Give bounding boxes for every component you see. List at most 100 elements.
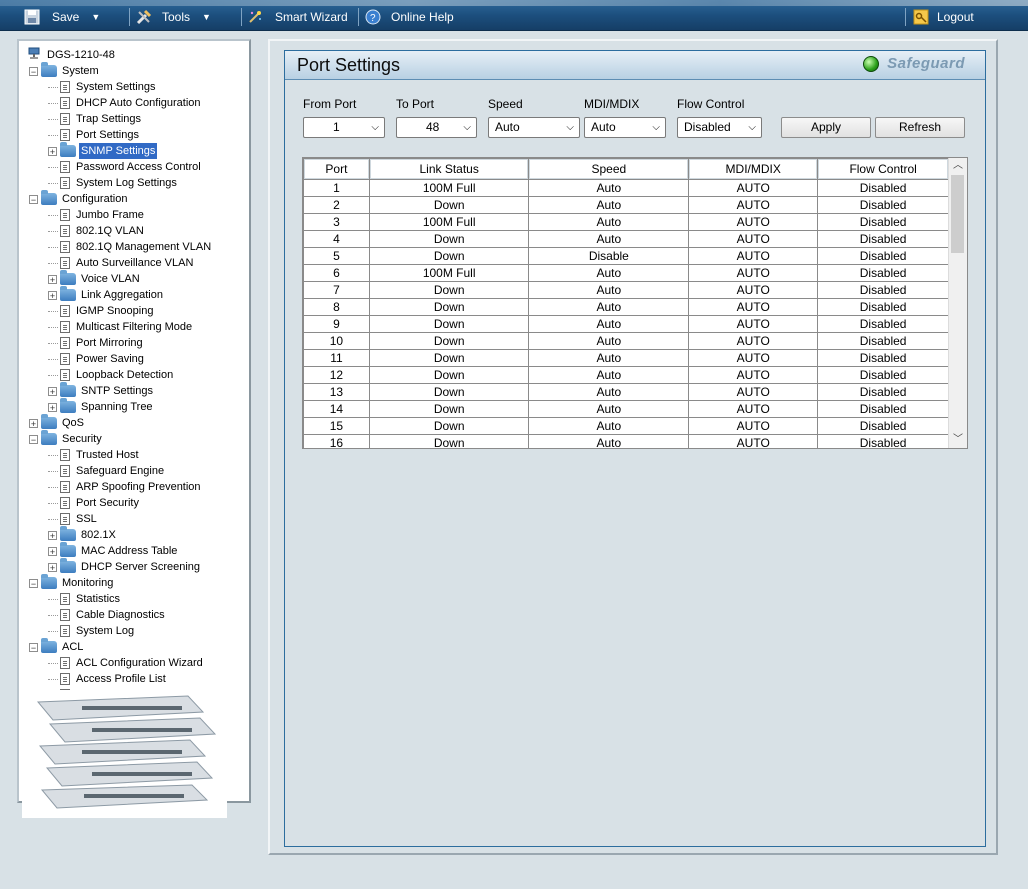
magic-wand-icon xyxy=(247,9,263,25)
sidebar-item-link-aggregation[interactable]: + Link Aggregation xyxy=(48,286,165,303)
sidebar-item-system-log-settings[interactable]: System Log Settings xyxy=(48,175,179,191)
sidebar-item-system-log[interactable]: System Log xyxy=(48,623,136,639)
cell-port: 16 xyxy=(303,434,370,448)
sidebar-item-system-settings[interactable]: System Settings xyxy=(48,79,157,95)
sidebar-item-acl[interactable]: − ACL xyxy=(29,638,85,655)
scroll-thumb[interactable] xyxy=(951,175,964,253)
table-row[interactable]: 11 Down Auto AUTO Disabled xyxy=(303,349,949,367)
collapse-icon[interactable]: − xyxy=(29,194,38,204)
save-menu[interactable]: Save ▼ xyxy=(24,6,100,28)
apply-button[interactable]: Apply xyxy=(781,117,871,138)
sidebar-item-802-1x[interactable]: +802.1X xyxy=(48,526,118,543)
table-row[interactable]: 4 Down Auto AUTO Disabled xyxy=(303,230,949,248)
collapse-icon[interactable]: − xyxy=(29,642,38,652)
sidebar-item-acl-configuration-wizard[interactable]: ACL Configuration Wizard xyxy=(48,655,205,671)
table-row[interactable]: 7 Down Auto AUTO Disabled xyxy=(303,281,949,299)
sidebar-item-power-saving[interactable]: Power Saving xyxy=(48,351,146,367)
sidebar-item-port-mirroring[interactable]: Port Mirroring xyxy=(48,335,145,351)
table-row[interactable]: 16 Down Auto AUTO Disabled xyxy=(303,434,949,448)
table-row[interactable]: 12 Down Auto AUTO Disabled xyxy=(303,366,949,384)
sidebar-item-label: Multicast Filtering Mode xyxy=(76,321,193,333)
online-help-button[interactable]: ? Online Help xyxy=(365,6,454,28)
table-row[interactable]: 15 Down Auto AUTO Disabled xyxy=(303,417,949,435)
table-row[interactable]: 8 Down Auto AUTO Disabled xyxy=(303,298,949,316)
table-scrollbar[interactable]: ︿ ﹀ xyxy=(948,158,967,448)
sidebar-item-qos[interactable]: + QoS xyxy=(29,414,86,431)
sidebar-item-voice-vlan[interactable]: + Voice VLAN xyxy=(48,270,142,287)
table-body: 1 100M Full Auto AUTO Disabled 2 Down Auto AUTO D… xyxy=(303,179,949,448)
sidebar-item-802-1q-vlan[interactable]: 802.1Q VLAN xyxy=(48,223,146,239)
sidebar-item-dhcp-server-screening[interactable]: + DHCP Server Screening xyxy=(48,558,202,575)
cell-mdi-mdix: AUTO xyxy=(688,366,819,384)
expand-icon[interactable]: + xyxy=(48,290,57,300)
expand-icon[interactable]: + xyxy=(48,530,57,540)
sidebar-item-monitoring[interactable]: − Monitoring xyxy=(29,574,115,591)
to-port-select[interactable]: 48 ⌵ xyxy=(396,117,477,138)
expand-icon[interactable]: + xyxy=(48,562,57,572)
expand-icon[interactable]: + xyxy=(48,146,57,156)
cell-link-status: Down xyxy=(368,196,530,214)
sidebar-item-access-profile-list[interactable]: Access Profile List xyxy=(48,671,168,687)
sidebar-item-802-1q-management-vlan[interactable]: 802.1Q Management VLAN xyxy=(48,239,213,255)
sidebar-item-trap-settings[interactable]: Trap Settings xyxy=(48,111,143,127)
speed-select[interactable]: Auto ⌵ xyxy=(488,117,580,138)
table-row[interactable]: 1 100M Full Auto AUTO Disabled xyxy=(303,179,949,197)
collapse-icon[interactable]: − xyxy=(29,66,38,76)
sidebar-item-sntp-settings[interactable]: + SNTP Settings xyxy=(48,382,155,399)
cell-mdi-mdix: AUTO xyxy=(688,417,819,435)
smart-wizard-button[interactable]: Smart Wizard xyxy=(247,6,348,28)
logout-button[interactable]: Logout xyxy=(913,6,974,28)
sidebar-item-safeguard-engine[interactable]: Safeguard Engine xyxy=(48,463,166,479)
expand-icon[interactable]: + xyxy=(29,418,38,428)
sidebar-item-multicast-filtering-mode[interactable]: Multicast Filtering Mode xyxy=(48,319,194,335)
sidebar-item-port-security[interactable]: Port Security xyxy=(48,495,141,511)
tree-connector xyxy=(48,342,58,344)
sidebar-item-ssl[interactable]: SSL xyxy=(48,511,99,527)
expand-icon[interactable]: + xyxy=(48,386,57,396)
tools-menu[interactable]: Tools ▼ xyxy=(136,6,211,28)
cell-flow-control: Disabled xyxy=(817,349,949,367)
tree-root-device[interactable]: DGS-1210-48 xyxy=(27,47,117,63)
scroll-down-icon[interactable]: ﹀ xyxy=(949,432,967,448)
refresh-button[interactable]: Refresh xyxy=(875,117,965,138)
sidebar-item-auto-surveillance-vlan[interactable]: Auto Surveillance VLAN xyxy=(48,255,195,271)
folder-icon xyxy=(60,286,76,301)
sidebar-item-arp-spoofing-prevention[interactable]: ARP Spoofing Prevention xyxy=(48,479,203,495)
from-port-select[interactable]: 1 ⌵ xyxy=(303,117,385,138)
sidebar-item-loopback-detection[interactable]: Loopback Detection xyxy=(48,367,175,383)
table-row[interactable]: 6 100M Full Auto AUTO Disabled xyxy=(303,264,949,282)
cell-speed: Auto xyxy=(528,383,690,401)
table-row[interactable]: 14 Down Auto AUTO Disabled xyxy=(303,400,949,418)
sidebar-item-mac-address-table[interactable]: + MAC Address Table xyxy=(48,542,179,559)
cell-flow-control: Disabled xyxy=(817,247,949,265)
table-row[interactable]: 13 Down Auto AUTO Disabled xyxy=(303,383,949,401)
switch-stack-image xyxy=(22,690,227,818)
sidebar-item-statistics[interactable]: Statistics xyxy=(48,591,122,607)
expand-icon[interactable]: + xyxy=(48,274,57,284)
expand-icon[interactable]: + xyxy=(48,402,57,412)
sidebar-item-port-settings[interactable]: Port Settings xyxy=(48,127,141,143)
flow-control-select[interactable]: Disabled ⌵ xyxy=(677,117,762,138)
mdi-mdix-select[interactable]: Auto ⌵ xyxy=(584,117,666,138)
sidebar-item-igmp-snooping[interactable]: IGMP Snooping xyxy=(48,303,155,319)
sidebar-item-trusted-host[interactable]: Trusted Host xyxy=(48,447,141,463)
table-row[interactable]: 10 Down Auto AUTO Disabled xyxy=(303,332,949,350)
sidebar-item-spanning-tree[interactable]: + Spanning Tree xyxy=(48,398,155,415)
sidebar-item-security[interactable]: − Security xyxy=(29,430,104,447)
collapse-icon[interactable]: − xyxy=(29,434,38,444)
expand-icon[interactable]: + xyxy=(48,546,57,556)
sidebar-item-cable-diagnostics[interactable]: Cable Diagnostics xyxy=(48,607,167,623)
table-row[interactable]: 9 Down Auto AUTO Disabled xyxy=(303,315,949,333)
sidebar-item-system[interactable]: − System xyxy=(29,62,101,79)
sidebar-item-password-access-control[interactable]: Password Access Control xyxy=(48,159,203,175)
sidebar-item-dhcp-auto-configuration[interactable]: DHCP Auto Configuration xyxy=(48,95,203,111)
sidebar-item-snmp-settings[interactable]: + SNMP Settings xyxy=(48,142,158,159)
collapse-icon[interactable]: − xyxy=(29,578,38,588)
sidebar-item-jumbo-frame[interactable]: Jumbo Frame xyxy=(48,207,146,223)
table-row[interactable]: 3 100M Full Auto AUTO Disabled xyxy=(303,213,949,231)
sidebar-item-label: Loopback Detection xyxy=(76,369,174,381)
table-row[interactable]: 2 Down Auto AUTO Disabled xyxy=(303,196,949,214)
table-row[interactable]: 5 Down Disable AUTO Disabled xyxy=(303,247,949,265)
scroll-up-icon[interactable]: ︿ xyxy=(949,158,967,174)
sidebar-item-configuration[interactable]: − Configuration xyxy=(29,190,129,207)
